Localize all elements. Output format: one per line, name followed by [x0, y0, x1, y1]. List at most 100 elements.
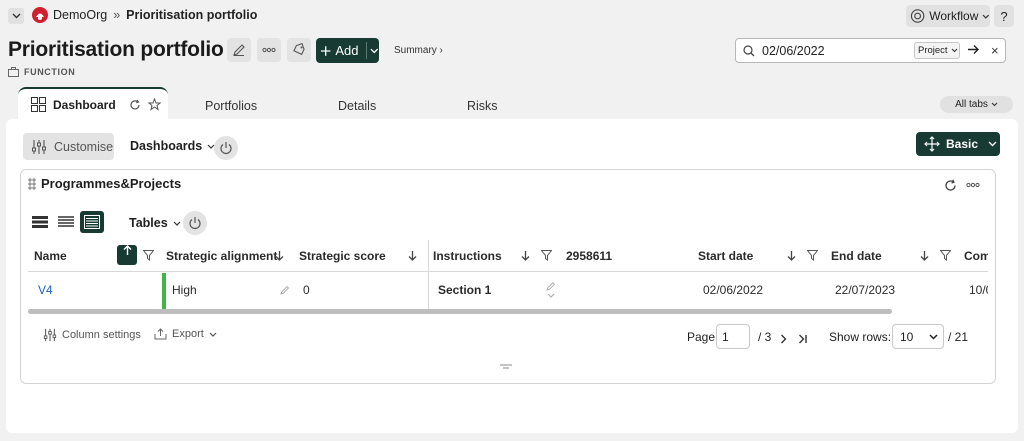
column-header-strategic-alignment[interactable]: Strategic alignment: [166, 249, 277, 263]
cell-instructions: Section 1: [438, 283, 492, 297]
arrow-down-icon[interactable]: [920, 250, 929, 261]
tab-dashboard[interactable]: Dashboard: [18, 87, 168, 120]
customise-button[interactable]: Customise: [23, 133, 114, 160]
export-icon: [154, 328, 167, 340]
breadcrumb-current: Prioritisation portfolio: [126, 8, 258, 22]
cell-strategic-score: 0: [303, 283, 310, 297]
power-icon: [220, 142, 232, 155]
export-button[interactable]: Export: [154, 328, 217, 340]
arrow-down-icon[interactable]: [408, 250, 417, 261]
widget-refresh-icon[interactable]: [944, 179, 957, 192]
all-tabs-label: All tabs: [955, 99, 988, 110]
more-options-button[interactable]: [257, 38, 281, 62]
filter-icon[interactable]: [143, 250, 154, 261]
workflow-label: Workflow: [929, 9, 979, 23]
filter-icon[interactable]: [807, 250, 818, 261]
column-header-instructions[interactable]: Instructions: [433, 249, 502, 263]
column-header-name[interactable]: Name: [34, 249, 67, 263]
tag-icon: [293, 43, 305, 56]
filter-icon[interactable]: [541, 250, 552, 261]
table-power-button[interactable]: [183, 211, 207, 235]
search-clear-button[interactable]: ×: [991, 43, 999, 58]
cell-strategic-alignment: High: [172, 283, 197, 297]
tab-portfolios[interactable]: Portfolios: [205, 99, 257, 113]
arrow-down-icon[interactable]: [521, 250, 530, 261]
chevron-down-icon: [12, 13, 20, 19]
name-sort-button[interactable]: [117, 245, 137, 265]
widget-more-icon[interactable]: [966, 182, 980, 188]
resize-handle-icon[interactable]: [500, 364, 512, 369]
search-input[interactable]: [762, 43, 902, 58]
last-page-icon[interactable]: [798, 334, 808, 344]
horizontal-scrollbar[interactable]: [28, 309, 892, 314]
collapse-chevron-button[interactable]: [8, 8, 24, 24]
search-scope-select[interactable]: Project: [914, 42, 960, 59]
density-expanded-button[interactable]: [80, 211, 104, 233]
column-header-strategic-score[interactable]: Strategic score: [299, 249, 386, 263]
chevron-down-icon: [209, 332, 217, 337]
arrow-up-icon: [123, 245, 131, 255]
tab-risks[interactable]: Risks: [467, 99, 498, 113]
cell-name[interactable]: V4: [38, 283, 53, 297]
cell-end-date: 22/07/2023: [835, 283, 896, 297]
search-box: Project ×: [735, 38, 1006, 63]
page-number-input[interactable]: 1: [716, 324, 750, 349]
next-page-icon[interactable]: [780, 334, 787, 344]
chevron-down-icon: [982, 14, 990, 19]
dashboards-label: Dashboards: [130, 139, 203, 153]
arrow-right-icon[interactable]: [967, 44, 980, 55]
edit-expand-icon[interactable]: [546, 282, 556, 298]
all-tabs-button[interactable]: All tabs: [940, 96, 1013, 113]
rows-per-page-select[interactable]: 10: [892, 324, 944, 349]
sliders-icon: [32, 139, 46, 154]
tab-details[interactable]: Details: [338, 99, 376, 113]
arrow-down-icon[interactable]: [787, 250, 796, 261]
summary-link[interactable]: Summary ›: [394, 45, 443, 56]
rows-compact-icon: [32, 216, 48, 228]
page-total: / 3: [758, 330, 772, 344]
rows-expanded-icon: [84, 215, 100, 229]
tables-label: Tables: [129, 216, 168, 230]
column-header-start-date[interactable]: Start date: [698, 249, 753, 263]
widget-title: Programmes&Projects: [28, 176, 181, 191]
column-header-com[interactable]: Com: [964, 249, 988, 263]
sliders-icon: [43, 328, 57, 342]
table-header-row: Name Strategic alignment Strategic score…: [28, 240, 988, 272]
customise-label: Customise: [54, 139, 114, 154]
cell-start-date: 02/06/2022: [703, 283, 764, 297]
plus-icon: [320, 45, 331, 56]
breadcrumb-separator: »: [113, 8, 121, 22]
column-header-2958611[interactable]: 2958611: [566, 249, 612, 263]
density-medium-button[interactable]: [54, 211, 78, 233]
table-row[interactable]: V4 High 0 Section 1 02/06/2022 22/07/202…: [28, 273, 988, 309]
refresh-icon[interactable]: [129, 99, 141, 111]
page-title: Prioritisation portfolio: [8, 38, 224, 61]
rows-medium-icon: [58, 216, 74, 227]
edit-button[interactable]: [227, 38, 251, 62]
drag-handle-icon[interactable]: [28, 177, 36, 190]
density-compact-button[interactable]: [28, 211, 52, 233]
pencil-icon[interactable]: [280, 285, 290, 295]
filter-icon[interactable]: [940, 250, 951, 261]
star-icon[interactable]: [147, 98, 161, 111]
cell-com: 10/0: [969, 283, 988, 297]
workflow-button[interactable]: Workflow: [906, 5, 990, 27]
page-number-value: 1: [722, 329, 729, 344]
help-button[interactable]: ?: [994, 5, 1014, 27]
column-settings-button[interactable]: Column settings: [43, 328, 141, 342]
breadcrumb-org[interactable]: DemoOrg: [53, 8, 107, 22]
export-label: Export: [172, 328, 204, 340]
dashboards-dropdown[interactable]: Dashboards: [130, 139, 215, 153]
more-dots-icon: [262, 47, 276, 53]
subtype-text: FUNCTION: [24, 67, 76, 77]
add-button[interactable]: Add: [316, 38, 379, 63]
projects-table: Name Strategic alignment Strategic score…: [28, 240, 988, 316]
basic-view-button[interactable]: Basic: [916, 132, 1000, 156]
tag-button[interactable]: [287, 38, 311, 62]
dashboard-power-button[interactable]: [214, 136, 238, 160]
column-header-end-date[interactable]: End date: [831, 249, 882, 263]
tables-dropdown[interactable]: Tables: [129, 216, 181, 230]
arrow-down-icon[interactable]: [275, 250, 284, 261]
page-label: Page: [687, 330, 716, 344]
add-label: Add: [335, 43, 359, 58]
